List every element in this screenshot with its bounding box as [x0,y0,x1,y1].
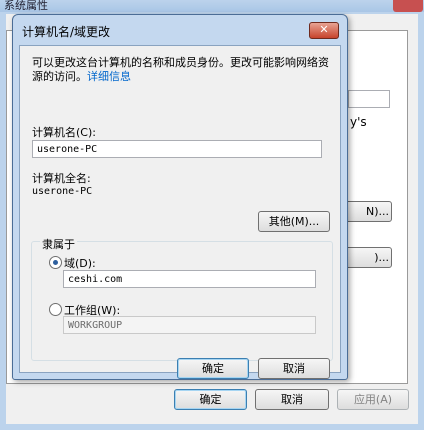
dialog-description: 可以更改这台计算机的名称和成员身份。更改可能影响网络资源的访问。详细信息 [32,56,332,84]
dialog-title: 计算机名/域更改 [22,25,111,39]
background-close-button[interactable] [393,0,423,12]
details-link[interactable]: 详细信息 [87,70,131,83]
close-icon[interactable]: ✕ [309,22,339,39]
full-name-value: userone-PC [32,186,93,197]
background-ok-button[interactable]: 确定 [174,389,247,410]
cancel-button[interactable]: 取消 [258,358,330,379]
ok-button[interactable]: 确定 [177,358,249,379]
full-name-label: 计算机全名: [32,172,91,185]
more-button[interactable]: 其他(M)... [258,211,330,232]
member-of-label: 隶属于 [40,236,77,252]
workgroup-input: WORKGROUP [63,316,316,334]
background-title-bar: 系统属性 [0,0,424,12]
description-text: 可以更改这台计算机的名称和成员身份。更改可能影响网络资源的访问。 [32,56,329,83]
dialog-client-area: 可以更改这台计算机的名称和成员身份。更改可能影响网络资源的访问。详细信息 计算机… [19,45,341,379]
computer-name-label: 计算机名(C): [32,126,96,139]
workgroup-radio[interactable] [49,303,62,316]
background-apply-button: 应用(A) [337,389,409,410]
computer-name-input[interactable]: userone-PC [32,140,322,158]
computer-name-dialog: 计算机名/域更改 ✕ 可以更改这台计算机的名称和成员身份。更改可能影响网络资源的… [12,14,348,380]
domain-radio[interactable] [49,256,62,269]
background-partial-text: y's [350,115,367,129]
domain-label: 域(D): [64,257,96,270]
background-partial-input[interactable] [348,90,390,108]
background-cancel-button[interactable]: 取消 [255,389,329,410]
domain-input[interactable]: ceshi.com [63,270,316,288]
